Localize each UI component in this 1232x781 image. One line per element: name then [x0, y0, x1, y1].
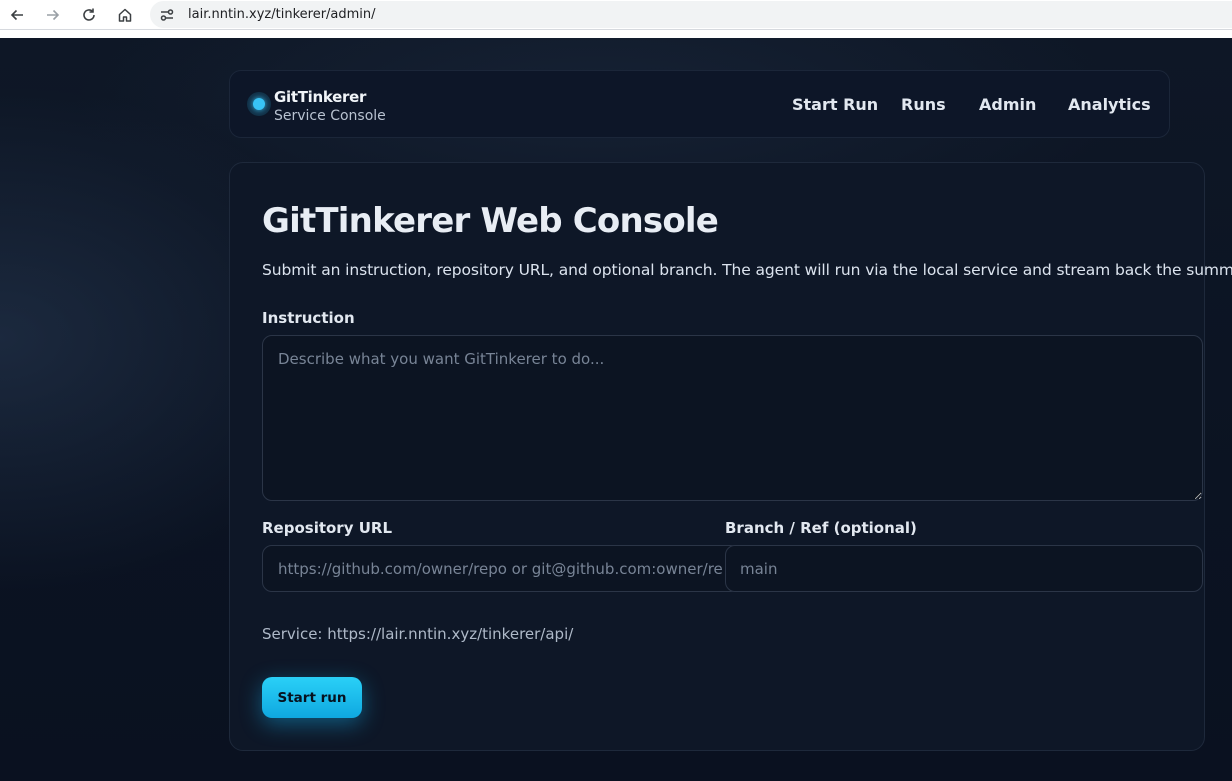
page-description: Submit an instruction, repository URL, a… [262, 261, 1232, 279]
page-title: GitTinkerer Web Console [262, 201, 719, 241]
forward-arrow-icon[interactable] [42, 4, 64, 26]
brand-logo-icon [247, 92, 271, 116]
nav-admin[interactable]: Admin [979, 95, 1036, 114]
branch-input[interactable] [725, 545, 1203, 592]
brand-subtitle: Service Console [274, 108, 386, 124]
address-bar[interactable]: lair.nntin.xyz/tinkerer/admin/ [150, 1, 1232, 28]
reload-icon[interactable] [78, 4, 100, 26]
console-card: GitTinkerer Web Console Submit an instru… [229, 162, 1232, 751]
url-text[interactable]: lair.nntin.xyz/tinkerer/admin/ [188, 7, 376, 22]
branch-label: Branch / Ref (optional) [725, 519, 917, 537]
site-header: GitTinkerer Service Console Start Run Ru… [229, 70, 1170, 138]
home-icon[interactable] [114, 4, 136, 26]
repo-url-input[interactable] [262, 545, 740, 592]
nav-start-run[interactable]: Start Run [792, 95, 878, 114]
repo-url-label: Repository URL [262, 519, 392, 537]
toolbar-divider [0, 30, 1232, 38]
brand-name: GitTinkerer [274, 88, 367, 106]
start-run-button[interactable]: Start run [262, 677, 362, 718]
service-url-text: Service: https://lair.nntin.xyz/tinkerer… [262, 625, 574, 643]
nav-runs[interactable]: Runs [901, 95, 946, 114]
nav-analytics[interactable]: Analytics [1068, 95, 1151, 114]
site-info-icon[interactable] [156, 4, 178, 26]
instruction-input[interactable] [262, 335, 1203, 501]
instruction-label: Instruction [262, 309, 355, 327]
back-arrow-icon[interactable] [6, 4, 28, 26]
browser-toolbar: lair.nntin.xyz/tinkerer/admin/ [0, 0, 1232, 30]
page-background: GitTinkerer Service Console Start Run Ru… [0, 38, 1232, 781]
